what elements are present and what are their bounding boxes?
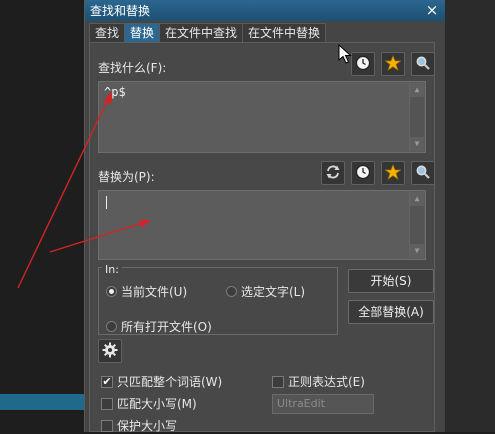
checkbox-match-whole-word-label: 只匹配整个词语(W)	[117, 375, 223, 389]
tab-find-in-files[interactable]: 在文件中查找	[159, 23, 244, 43]
replace-panel: 查找什么(F): ^p$ ▲ ▼ 替换为(P): ▲ ▼ In: 当前文件(U)…	[89, 42, 435, 434]
replace-all-button[interactable]: 全部替换(A)	[348, 300, 434, 324]
tab-replace-in-files[interactable]: 在文件中替换	[242, 23, 327, 43]
scroll-down-arrow-icon[interactable]: ▼	[410, 244, 424, 258]
find-replace-dialog: 查找和替换 × 查找 替换 在文件中查找 在文件中替换 查找什么(F): ^p$	[84, 0, 446, 434]
close-button[interactable]: ×	[424, 1, 440, 19]
tab-find[interactable]: 查找	[89, 23, 126, 43]
find-search-button[interactable]	[411, 52, 435, 76]
replace-search-button[interactable]	[411, 161, 435, 185]
dialog-titlebar[interactable]: 查找和替换 ×	[85, 0, 445, 21]
find-history-button[interactable]	[351, 52, 375, 76]
radio-current-file[interactable]: 当前文件(U)	[106, 283, 187, 300]
mouse-cursor-icon	[338, 43, 352, 67]
favorite-star-icon	[384, 163, 402, 183]
replace-scrollbar[interactable]: ▲ ▼	[409, 192, 424, 258]
find-favorites-button[interactable]	[381, 52, 405, 76]
background-editor-area	[444, 0, 495, 432]
replace-favorites-button[interactable]	[381, 161, 405, 185]
radio-selected-text[interactable]: 选定文字(L)	[226, 283, 305, 300]
text-caret	[106, 196, 107, 209]
swap-button[interactable]	[321, 161, 345, 185]
radio-all-open-files-indicator[interactable]	[106, 321, 117, 332]
history-clock-icon	[355, 55, 371, 74]
checkbox-regex-label: 正则表达式(E)	[288, 375, 365, 389]
find-label: 查找什么(F):	[98, 61, 167, 75]
checkbox-preserve-case-box[interactable]	[101, 419, 113, 432]
checkbox-preserve-case[interactable]: 保护大小写	[101, 417, 177, 434]
magnifier-icon	[415, 55, 431, 74]
settings-button[interactable]	[98, 339, 122, 363]
radio-current-file-label: 当前文件(U)	[121, 285, 188, 299]
checkbox-match-case-box[interactable]	[101, 397, 113, 410]
tab-replace[interactable]: 替换	[124, 23, 161, 43]
replace-input[interactable]: ▲ ▼	[98, 190, 426, 260]
replace-label: 替换为(P):	[98, 170, 155, 184]
start-button[interactable]: 开始(S)	[348, 269, 434, 293]
checkbox-regex[interactable]: 正则表达式(E)	[272, 373, 365, 390]
find-scrollbar[interactable]: ▲ ▼	[409, 83, 424, 151]
favorite-star-icon	[384, 54, 402, 74]
replace-history-button[interactable]	[351, 161, 375, 185]
dialog-title: 查找和替换	[90, 4, 151, 18]
checkbox-preserve-case-label: 保护大小写	[117, 419, 178, 433]
swap-arrows-icon	[325, 164, 341, 183]
tab-bar: 查找 替换 在文件中查找 在文件中替换	[89, 23, 327, 43]
find-input-value: ^p$	[104, 85, 126, 99]
history-clock-icon	[355, 164, 371, 183]
radio-selected-text-label: 选定文字(L)	[241, 285, 306, 299]
gear-icon	[102, 342, 118, 361]
checkbox-regex-box[interactable]	[272, 375, 284, 388]
magnifier-icon	[415, 164, 431, 183]
checkbox-match-whole-word-box[interactable]: ✔	[101, 375, 113, 388]
radio-all-open-files-label: 所有打开文件(O)	[121, 320, 212, 334]
scroll-up-arrow-icon[interactable]: ▲	[410, 192, 424, 206]
scroll-down-arrow-icon[interactable]: ▼	[410, 137, 424, 151]
radio-all-open-files[interactable]: 所有打开文件(O)	[106, 318, 212, 335]
scope-group-label: In:	[102, 263, 122, 276]
find-input[interactable]: ^p$ ▲ ▼	[98, 81, 426, 153]
radio-current-file-indicator[interactable]	[106, 286, 117, 297]
checkbox-match-case[interactable]: 匹配大小写(M)	[101, 395, 197, 412]
scroll-up-arrow-icon[interactable]: ▲	[410, 83, 424, 97]
radio-selected-text-indicator[interactable]	[226, 286, 237, 297]
checkbox-match-case-label: 匹配大小写(M)	[117, 397, 197, 411]
checkbox-match-whole-word[interactable]: ✔ 只匹配整个词语(W)	[101, 373, 222, 390]
background-selection-bar	[0, 394, 84, 410]
regex-engine-select[interactable]: UltraEdit	[272, 394, 374, 414]
